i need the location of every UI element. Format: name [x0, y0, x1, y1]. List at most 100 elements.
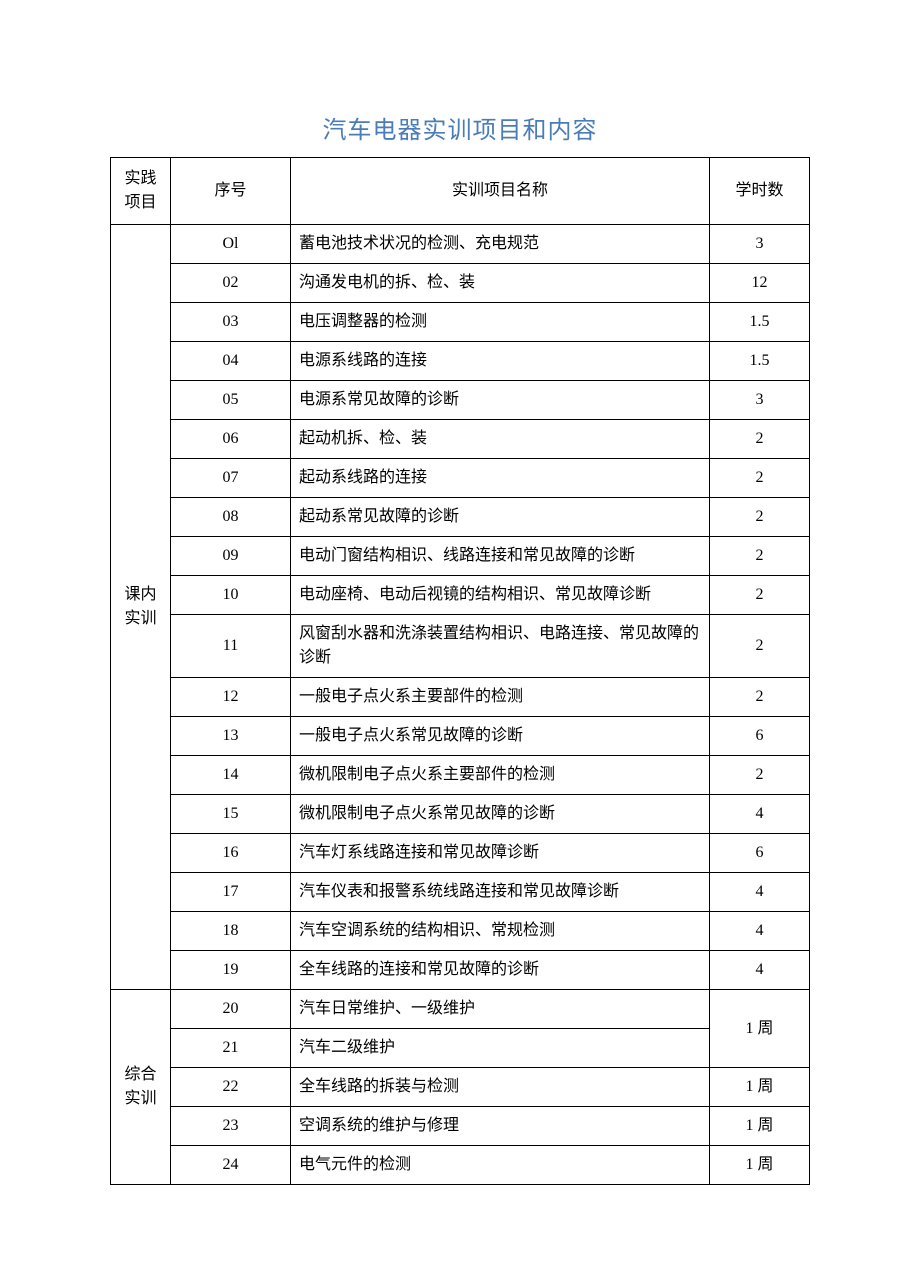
table-row: 09电动门窗结构相识、线路连接和常见故障的诊断2: [111, 537, 810, 576]
row-name: 一般电子点火系常见故障的诊断: [291, 717, 710, 756]
row-name: 微机限制电子点火系主要部件的检测: [291, 756, 710, 795]
table-row: 11风窗刮水器和洗涤装置结构相识、电路连接、常见故障的诊断2: [111, 615, 810, 678]
row-name: 电动座椅、电动后视镜的结构相识、常见故障诊断: [291, 576, 710, 615]
row-index: 03: [171, 303, 291, 342]
row-name: 汽车空调系统的结构相识、常规检测: [291, 912, 710, 951]
category-cell: 课内实训: [111, 225, 171, 990]
table-row: 04电源系线路的连接1.5: [111, 342, 810, 381]
row-name: 沟通发电机的拆、检、装: [291, 264, 710, 303]
table-row: 14微机限制电子点火系主要部件的检测2: [111, 756, 810, 795]
row-hours: 2: [710, 420, 810, 459]
table-row: 课内实训 Ol 蓄电池技术状况的检测、充电规范 3: [111, 225, 810, 264]
row-index: 20: [171, 990, 291, 1029]
row-name: 电源系线路的连接: [291, 342, 710, 381]
row-index: 13: [171, 717, 291, 756]
table-row: 08起动系常见故障的诊断2: [111, 498, 810, 537]
table-row: 05电源系常见故障的诊断3: [111, 381, 810, 420]
row-hours: 1 周: [710, 1146, 810, 1185]
table-body: 课内实训 Ol 蓄电池技术状况的检测、充电规范 3 02沟通发电机的拆、检、装1…: [111, 225, 810, 1185]
row-index: 19: [171, 951, 291, 990]
row-name: 起动系线路的连接: [291, 459, 710, 498]
row-index: 14: [171, 756, 291, 795]
row-name: 电动门窗结构相识、线路连接和常见故障的诊断: [291, 537, 710, 576]
row-index: 24: [171, 1146, 291, 1185]
row-index: 08: [171, 498, 291, 537]
row-hours: 4: [710, 912, 810, 951]
row-index: 07: [171, 459, 291, 498]
row-name: 汽车灯系线路连接和常见故障诊断: [291, 834, 710, 873]
training-table: 实践项目 序号 实训项目名称 学时数 课内实训 Ol 蓄电池技术状况的检测、充电…: [110, 157, 810, 1185]
table-row: 19全车线路的连接和常见故障的诊断4: [111, 951, 810, 990]
row-name: 起动系常见故障的诊断: [291, 498, 710, 537]
row-name: 微机限制电子点火系常见故障的诊断: [291, 795, 710, 834]
row-name: 全车线路的拆装与检测: [291, 1068, 710, 1107]
row-index: 15: [171, 795, 291, 834]
row-name: 电压调整器的检测: [291, 303, 710, 342]
row-name: 空调系统的维护与修理: [291, 1107, 710, 1146]
table-row: 12一般电子点火系主要部件的检测2: [111, 678, 810, 717]
row-name: 汽车日常维护、一级维护: [291, 990, 710, 1029]
row-hours: 4: [710, 795, 810, 834]
row-name: 汽车仪表和报警系统线路连接和常见故障诊断: [291, 873, 710, 912]
doc-title: 汽车电器实训项目和内容: [110, 110, 810, 145]
row-index: 17: [171, 873, 291, 912]
row-hours: 1 周: [710, 1068, 810, 1107]
header-category: 实践项目: [111, 158, 171, 225]
table-row: 综合实训 20 汽车日常维护、一级维护 1 周: [111, 990, 810, 1029]
row-hours: 3: [710, 381, 810, 420]
table-row: 17汽车仪表和报警系统线路连接和常见故障诊断4: [111, 873, 810, 912]
row-hours: 2: [710, 678, 810, 717]
row-index: 12: [171, 678, 291, 717]
header-index: 序号: [171, 158, 291, 225]
header-name: 实训项目名称: [291, 158, 710, 225]
row-hours: 2: [710, 576, 810, 615]
table-row: 24 电气元件的检测 1 周: [111, 1146, 810, 1185]
row-name: 电气元件的检测: [291, 1146, 710, 1185]
row-index: 11: [171, 615, 291, 678]
row-hours: 2: [710, 498, 810, 537]
row-hours: 6: [710, 717, 810, 756]
row-hours: 12: [710, 264, 810, 303]
table-row: 22 全车线路的拆装与检测 1 周: [111, 1068, 810, 1107]
row-hours: 3: [710, 225, 810, 264]
row-hours: 1 周: [710, 990, 810, 1068]
table-row: 18汽车空调系统的结构相识、常规检测4: [111, 912, 810, 951]
table-row: 10电动座椅、电动后视镜的结构相识、常见故障诊断2: [111, 576, 810, 615]
table-row: 07起动系线路的连接2: [111, 459, 810, 498]
row-name: 全车线路的连接和常见故障的诊断: [291, 951, 710, 990]
row-hours: 2: [710, 459, 810, 498]
row-hours: 1 周: [710, 1107, 810, 1146]
row-index: 23: [171, 1107, 291, 1146]
row-hours: 1.5: [710, 303, 810, 342]
row-name: 风窗刮水器和洗涤装置结构相识、电路连接、常见故障的诊断: [291, 615, 710, 678]
row-hours: 2: [710, 756, 810, 795]
table-row: 16汽车灯系线路连接和常见故障诊断6: [111, 834, 810, 873]
row-index: 10: [171, 576, 291, 615]
table-row: 03电压调整器的检测1.5: [111, 303, 810, 342]
table-row: 15微机限制电子点火系常见故障的诊断4: [111, 795, 810, 834]
table-row: 13一般电子点火系常见故障的诊断6: [111, 717, 810, 756]
table-row: 02沟通发电机的拆、检、装12: [111, 264, 810, 303]
table-row: 06起动机拆、检、装2: [111, 420, 810, 459]
row-name: 电源系常见故障的诊断: [291, 381, 710, 420]
row-index: 06: [171, 420, 291, 459]
row-hours: 6: [710, 834, 810, 873]
row-hours: 1.5: [710, 342, 810, 381]
row-index: 21: [171, 1029, 291, 1068]
category-cell: 综合实训: [111, 990, 171, 1185]
row-hours: 2: [710, 615, 810, 678]
row-index: 09: [171, 537, 291, 576]
row-index: 22: [171, 1068, 291, 1107]
header-hours: 学时数: [710, 158, 810, 225]
table-row: 23 空调系统的维护与修理 1 周: [111, 1107, 810, 1146]
row-name: 蓄电池技术状况的检测、充电规范: [291, 225, 710, 264]
row-name: 汽车二级维护: [291, 1029, 710, 1068]
row-index: 05: [171, 381, 291, 420]
row-hours: 4: [710, 951, 810, 990]
row-index: Ol: [171, 225, 291, 264]
table-header-row: 实践项目 序号 实训项目名称 学时数: [111, 158, 810, 225]
table-row: 21 汽车二级维护: [111, 1029, 810, 1068]
row-index: 02: [171, 264, 291, 303]
row-name: 一般电子点火系主要部件的检测: [291, 678, 710, 717]
row-hours: 2: [710, 537, 810, 576]
